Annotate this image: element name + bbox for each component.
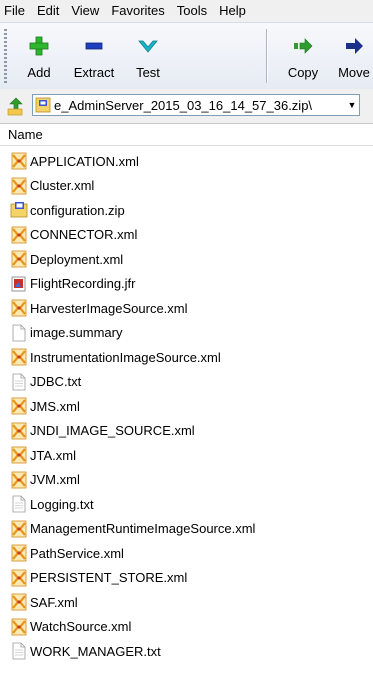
move-label: Move [338,65,370,80]
list-item[interactable]: JDBC.txt [0,370,373,395]
add-button[interactable]: Add [20,23,58,89]
menu-file[interactable]: File [0,0,31,22]
plus-icon [29,36,49,56]
file-name: image.summary [30,325,123,341]
file-list: APPLICATION.xml Cluster.xml configuration.… [0,149,373,664]
toolbar-separator [266,29,267,83]
text-file-icon [10,373,28,391]
xml-file-icon [10,348,28,366]
file-name: HarvesterImageSource.xml [30,300,188,316]
toolbar-grip[interactable] [4,29,7,83]
list-item[interactable]: JVM.xml [0,468,373,493]
list-item[interactable]: JTA.xml [0,443,373,468]
file-name: WORK_MANAGER.txt [30,643,161,659]
file-name: InstrumentationImageSource.xml [30,349,221,365]
list-item[interactable]: CONNECTOR.xml [0,223,373,248]
extract-label: Extract [73,65,115,80]
xml-file-icon [10,422,28,440]
file-name: Cluster.xml [30,178,95,194]
xml-file-icon [10,544,28,562]
xml-file-icon [10,569,28,587]
chevron-down-icon[interactable]: ▼ [345,95,359,115]
zip-folder-icon [10,201,28,219]
xml-file-icon [10,177,28,195]
list-item[interactable]: WORK_MANAGER.txt [0,639,373,664]
address-field[interactable]: e_AdminServer_2015_03_16_14_57_36.zip\ ▼ [32,94,360,116]
add-label: Add [27,65,51,80]
list-item[interactable]: FlightRecording.jfr [0,272,373,297]
zip-archive-icon [35,97,51,113]
list-item[interactable]: InstrumentationImageSource.xml [0,345,373,370]
file-name: PERSISTENT_STORE.xml [30,570,188,586]
list-item[interactable]: Cluster.xml [0,174,373,199]
file-name: Logging.txt [30,496,94,512]
file-name: APPLICATION.xml [30,153,139,169]
list-item[interactable]: HarvesterImageSource.xml [0,296,373,321]
file-name: JDBC.txt [30,374,82,390]
file-name: FlightRecording.jfr [30,276,136,292]
file-name: CONNECTOR.xml [30,227,138,243]
copy-label: Copy [287,65,319,80]
file-name: ManagementRuntimeImageSource.xml [30,521,256,537]
list-item[interactable]: Logging.txt [0,492,373,517]
xml-file-icon [10,152,28,170]
file-name: SAF.xml [30,594,78,610]
xml-file-icon [10,446,28,464]
file-name: JTA.xml [30,447,76,463]
menu-favorites[interactable]: Favorites [105,0,170,22]
copy-button[interactable]: Copy [282,23,324,89]
move-button[interactable]: Move [332,23,373,89]
file-name: WatchSource.xml [30,619,132,635]
test-button[interactable]: Test [128,23,168,89]
xml-file-icon [10,397,28,415]
address-bar: e_AdminServer_2015_03_16_14_57_36.zip\ ▼ [0,89,373,124]
file-name: configuration.zip [30,202,125,218]
list-item[interactable]: PathService.xml [0,541,373,566]
extract-button[interactable]: Extract [66,23,122,89]
test-label: Test [136,65,160,80]
file-name: JNDI_IMAGE_SOURCE.xml [30,423,195,439]
list-item[interactable]: PERSISTENT_STORE.xml [0,566,373,591]
list-item[interactable]: APPLICATION.xml [0,149,373,174]
xml-file-icon [10,250,28,268]
xml-file-icon [10,618,28,636]
toolbar: Add Extract Test Copy Move [0,22,373,90]
up-folder-icon[interactable] [6,96,26,116]
menu-bar: File Edit View Favorites Tools Help [0,0,373,22]
jfr-file-icon [10,275,28,293]
menu-help[interactable]: Help [213,0,252,22]
menu-view[interactable]: View [65,0,105,22]
list-item[interactable]: SAF.xml [0,590,373,615]
list-item[interactable]: JMS.xml [0,394,373,419]
menu-edit[interactable]: Edit [31,0,65,22]
minus-icon [85,42,103,50]
file-name: Deployment.xml [30,251,124,267]
address-path: e_AdminServer_2015_03_16_14_57_36.zip\ [54,97,313,113]
list-item[interactable]: JNDI_IMAGE_SOURCE.xml [0,419,373,444]
list-item[interactable]: image.summary [0,321,373,346]
file-name: JVM.xml [30,472,80,488]
xml-file-icon [10,226,28,244]
checkmark-icon [138,40,158,53]
list-item[interactable]: Deployment.xml [0,247,373,272]
arrow-right-green-icon [294,38,313,54]
file-name: PathService.xml [30,545,124,561]
blank-file-icon [10,324,28,342]
xml-file-icon [10,471,28,489]
list-item[interactable]: configuration.zip [0,198,373,223]
arrow-right-blue-icon [346,38,363,54]
xml-file-icon [10,299,28,317]
column-header-name[interactable]: Name [0,124,373,146]
menu-tools[interactable]: Tools [171,0,213,22]
list-item[interactable]: WatchSource.xml [0,615,373,640]
xml-file-icon [10,520,28,538]
list-item[interactable]: ManagementRuntimeImageSource.xml [0,517,373,542]
file-name: JMS.xml [30,398,80,414]
text-file-icon [10,642,28,660]
text-file-icon [10,495,28,513]
xml-file-icon [10,593,28,611]
